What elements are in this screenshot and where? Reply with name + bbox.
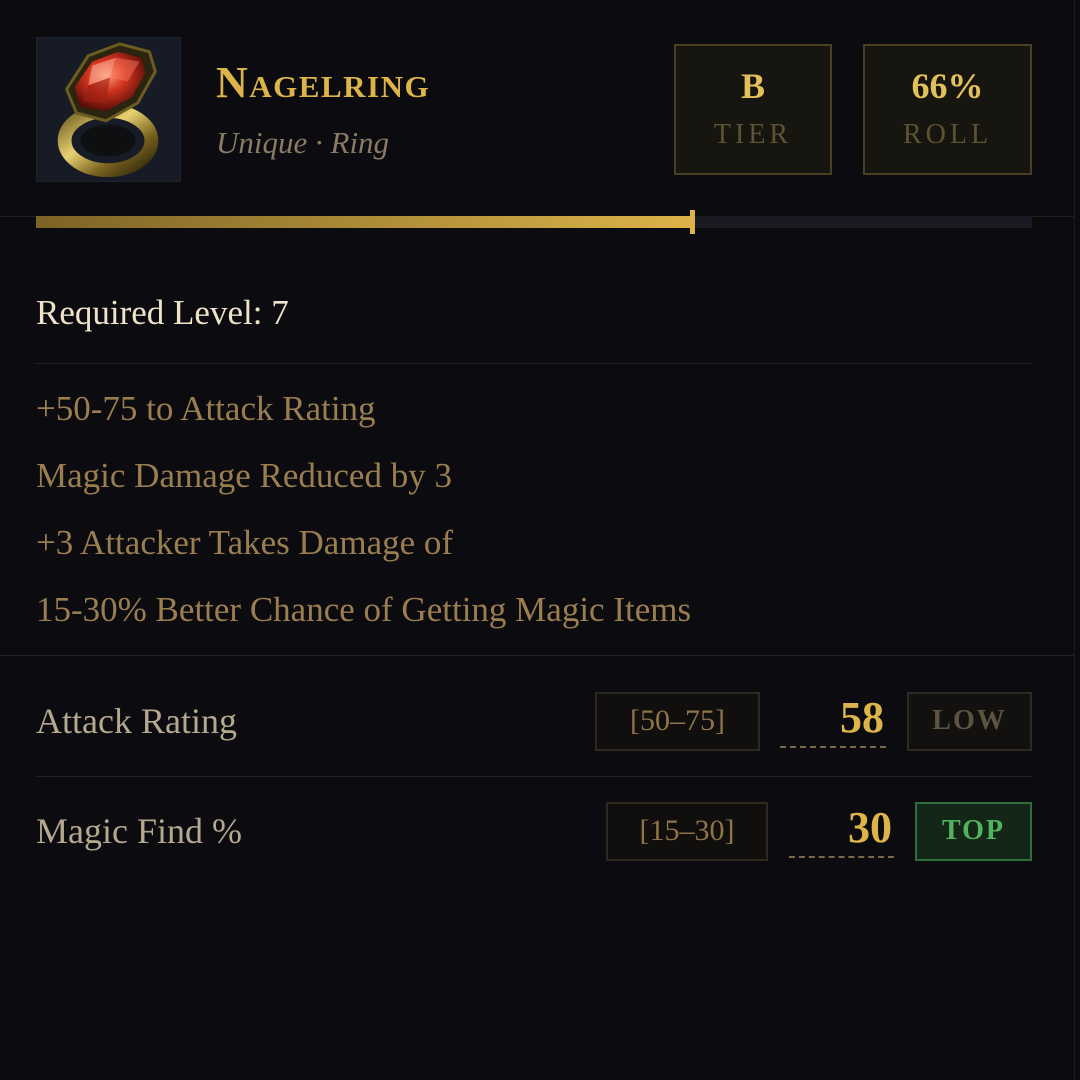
roll-value: 66% bbox=[911, 66, 984, 106]
panel-edge bbox=[1074, 0, 1075, 1080]
item-type: Unique · Ring bbox=[216, 125, 390, 160]
stat-value-input[interactable]: 58 bbox=[780, 688, 886, 748]
quality-badge-low: LOW bbox=[907, 692, 1032, 751]
stat-value-input[interactable]: 30 bbox=[789, 798, 894, 858]
divider bbox=[0, 655, 1074, 656]
roll-badge: 66% ROLL bbox=[863, 44, 1032, 175]
ring-icon bbox=[36, 37, 181, 182]
stat-row-attack-rating: Attack Rating [50–75] 58 LOW bbox=[0, 680, 1074, 770]
stat-label: Magic Find % bbox=[36, 811, 242, 851]
property-line: Magic Damage Reduced by 3 bbox=[36, 456, 452, 495]
property-line: 15-30% Better Chance of Getting Magic It… bbox=[36, 590, 692, 629]
roll-label: ROLL bbox=[902, 119, 993, 150]
roll-progress-fill bbox=[36, 216, 694, 228]
divider bbox=[36, 776, 1032, 777]
divider bbox=[36, 363, 1032, 364]
stat-range: [50–75] bbox=[595, 692, 760, 751]
quality-badge-top: TOP bbox=[915, 802, 1032, 861]
item-name: Nagelring bbox=[216, 58, 431, 107]
tier-badge: B TIER bbox=[674, 44, 832, 175]
property-line: +3 Attacker Takes Damage of bbox=[36, 523, 454, 562]
property-line: +50-75 to Attack Rating bbox=[36, 389, 376, 428]
stat-label: Attack Rating bbox=[36, 701, 237, 741]
tier-value: B bbox=[740, 66, 765, 106]
stat-row-magic-find: Magic Find % [15–30] 30 TOP bbox=[0, 790, 1074, 880]
stat-range: [15–30] bbox=[606, 802, 768, 861]
property-list: +50-75 to Attack Rating Magic Damage Red… bbox=[36, 386, 691, 654]
roll-progress-marker bbox=[690, 210, 696, 234]
item-header: Nagelring Unique · Ring B TIER 66% ROLL bbox=[0, 0, 1074, 217]
required-level: Required Level: 7 bbox=[36, 293, 289, 332]
tier-label: TIER bbox=[713, 119, 793, 150]
roll-progress-bar bbox=[36, 210, 1032, 234]
